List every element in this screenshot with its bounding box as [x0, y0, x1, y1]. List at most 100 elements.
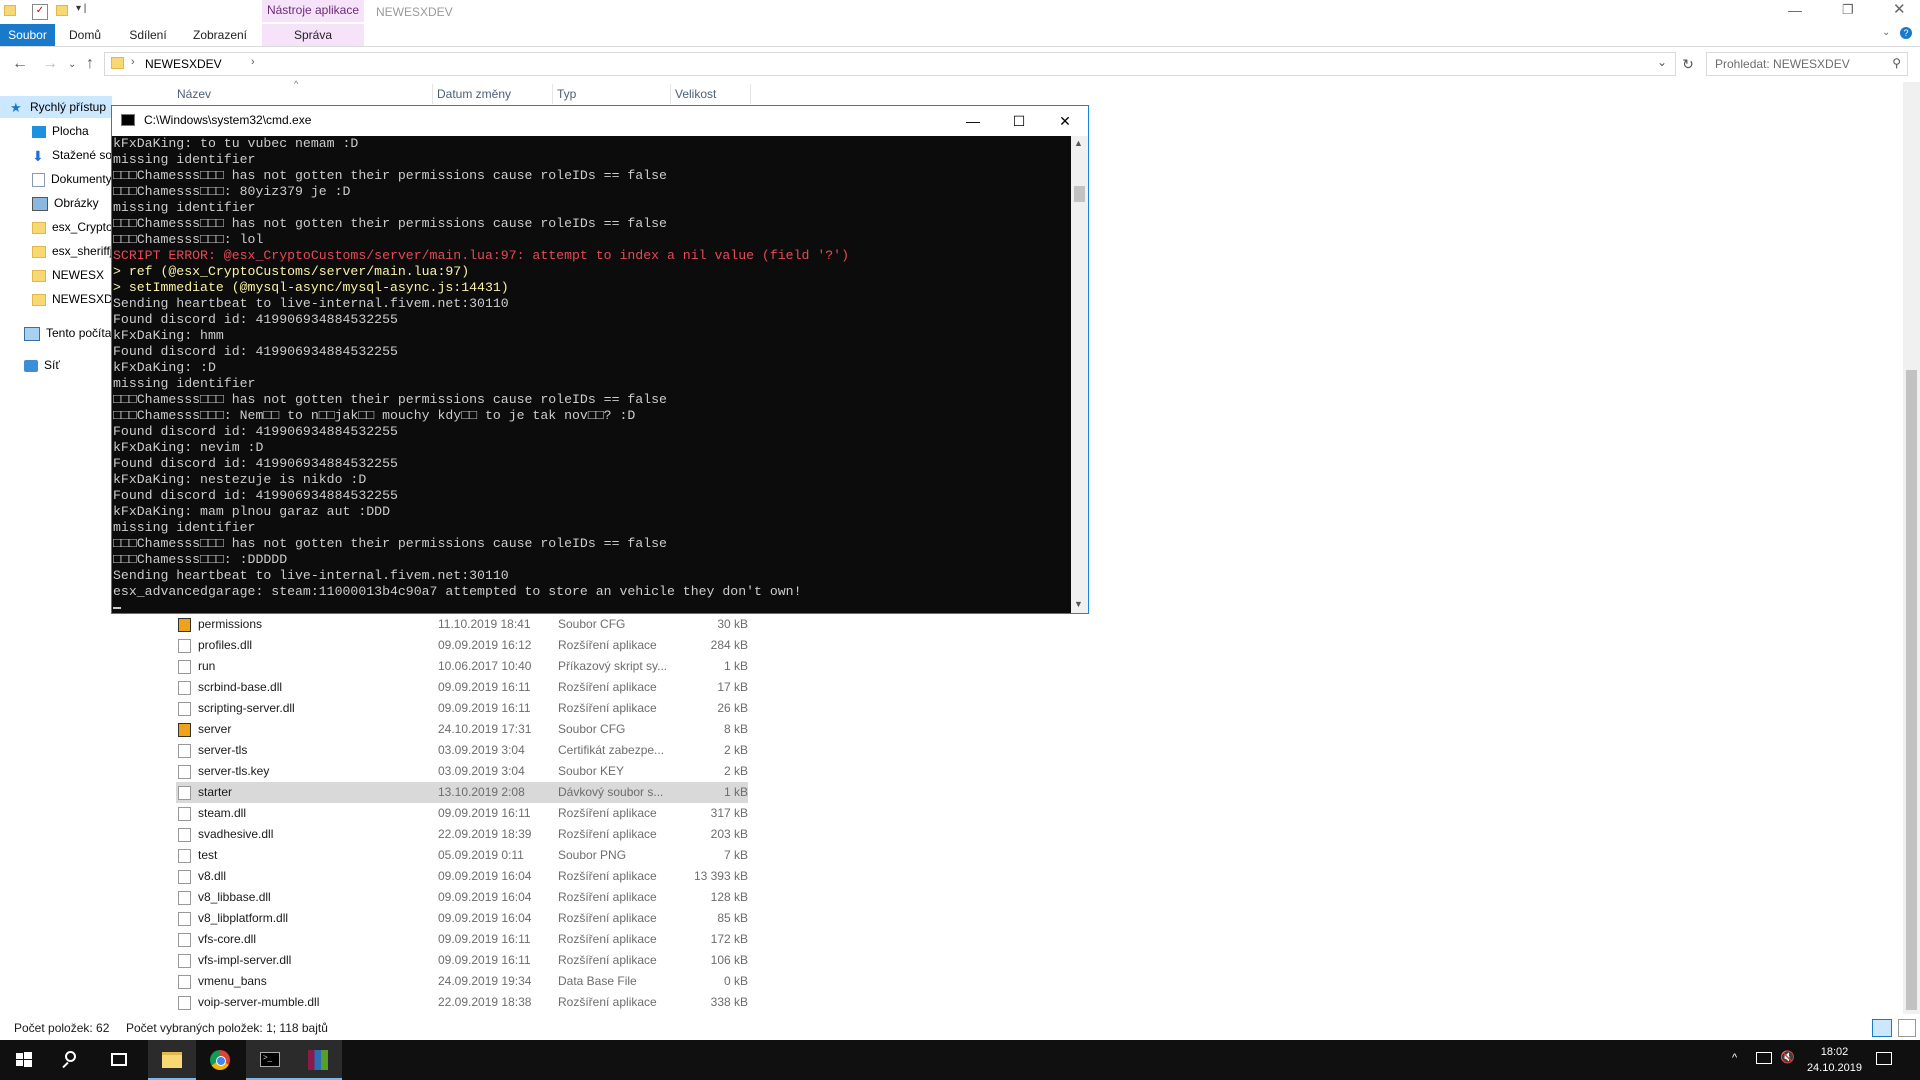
properties-icon[interactable]: ✓	[32, 4, 48, 20]
close-button[interactable]: ✕	[1893, 0, 1906, 18]
breadcrumb[interactable]: NEWESXDEV	[145, 57, 222, 71]
file-row[interactable]: v8_libbase.dll 09.09.2019 16:04 Rozšíření …	[176, 887, 748, 908]
console-line: □□□Chamesss□□□: lol	[113, 232, 264, 247]
back-arrow-icon[interactable]: ←	[12, 55, 28, 73]
file-icon	[178, 996, 191, 1010]
file-name: vfs-core.dll	[198, 932, 257, 946]
notifications-icon[interactable]	[1876, 1052, 1892, 1065]
address-dropdown-icon[interactable]: ⌄	[1657, 55, 1667, 69]
file-row[interactable]: vfs-core.dll 09.09.2019 16:11 Rozšíření ap…	[176, 929, 748, 950]
file-row[interactable]: starter 13.10.2019 2:08 Dávkový soubor s..…	[176, 782, 748, 803]
details-view-icon[interactable]	[1872, 1019, 1892, 1037]
file-row[interactable]: test 05.09.2019 0:11 Soubor PNG 7 kB	[176, 845, 748, 866]
cmd-close-button[interactable]: ✕	[1042, 106, 1088, 136]
file-size: 1 kB	[723, 785, 748, 799]
scroll-up-icon[interactable]: ▲	[1074, 138, 1083, 148]
nav-item-quick-access[interactable]: ★ Rychlý přístup	[10, 96, 106, 118]
tab-home[interactable]: Domů	[62, 24, 108, 46]
cmd-scrollbar[interactable]: ▲ ▼	[1071, 136, 1088, 613]
cmd-window[interactable]: C:\Windows\system32\cmd.exe — ☐ ✕ kFxDaK…	[111, 105, 1089, 614]
file-row[interactable]: svadhesive.dll 22.09.2019 18:39 Rozšíření …	[176, 824, 748, 845]
file-date: 05.09.2019 0:11	[438, 848, 524, 862]
clock[interactable]: 18:02 24.10.2019	[1807, 1044, 1862, 1076]
up-arrow-icon[interactable]: ↑	[86, 55, 94, 73]
recent-locations-icon[interactable]: ⌄	[68, 59, 76, 70]
file-row[interactable]: profiles.dll 09.09.2019 16:12 Rozšíření ap…	[176, 635, 748, 656]
nav-item-network[interactable]: Síť	[24, 354, 60, 376]
tray-chevron-icon[interactable]: ^	[1732, 1052, 1737, 1064]
tab-file[interactable]: Soubor	[0, 24, 55, 46]
address-bar[interactable]: › NEWESXDEV › ⌄	[104, 52, 1676, 76]
file-row[interactable]: permissions 11.10.2019 18:41 Soubor CFG 30 …	[176, 614, 748, 635]
tab-share[interactable]: Sdílení	[120, 24, 176, 46]
large-icons-view-icon[interactable]	[1898, 1019, 1916, 1037]
file-row[interactable]: steam.dll 09.09.2019 16:11 Rozšíření aplik…	[176, 803, 748, 824]
nav-item-desktop[interactable]: Plocha	[32, 120, 89, 142]
search-icon[interactable]	[48, 1040, 96, 1080]
file-explorer-taskbar-icon[interactable]	[148, 1040, 196, 1080]
start-button[interactable]	[0, 1040, 48, 1080]
folder-icon	[32, 221, 46, 234]
nav-item-this-pc[interactable]: Tento počítač	[24, 322, 117, 344]
console-line: esx_advancedgarage: steam:11000013b4c90a…	[113, 584, 802, 599]
file-row[interactable]: run 10.06.2017 10:40 Příkazový skript sy..…	[176, 656, 748, 677]
scroll-down-icon[interactable]: ▼	[1074, 599, 1083, 609]
search-icon[interactable]: ⚲	[1892, 56, 1901, 70]
file-row[interactable]: v8.dll 09.09.2019 16:04 Rozšíření aplikace…	[176, 866, 748, 887]
task-view-icon[interactable]	[96, 1040, 144, 1080]
file-name: profiles.dll	[198, 638, 253, 652]
console-line: kFxDaKing: :D	[113, 360, 216, 375]
cmd-taskbar-icon[interactable]: >_	[246, 1040, 294, 1080]
folder-icon[interactable]	[4, 5, 16, 17]
network-status-icon[interactable]	[1756, 1052, 1772, 1064]
clock-time: 18:02	[1820, 1046, 1849, 1058]
console-output[interactable]: kFxDaKing: to tu vubec nemam :D missing i…	[112, 136, 1071, 613]
file-date: 09.09.2019 16:11	[438, 806, 531, 820]
file-date: 09.09.2019 16:04	[438, 890, 532, 904]
cmd-maximize-button[interactable]: ☐	[996, 106, 1042, 136]
forward-arrow-icon[interactable]: →	[42, 55, 58, 73]
search-input[interactable]: Prohledat: NEWESXDEV ⚲	[1706, 52, 1908, 76]
file-row[interactable]: server-tls 03.09.2019 3:04 Certifikát zabe…	[176, 740, 748, 761]
file-row[interactable]: v8_libplatform.dll 09.09.2019 16:04 Rozšíř…	[176, 908, 748, 929]
file-size: 203 kB	[710, 827, 748, 841]
winrar-icon[interactable]	[294, 1040, 342, 1080]
cmd-minimize-button[interactable]: —	[950, 106, 996, 136]
chrome-icon[interactable]	[196, 1040, 244, 1080]
cmd-title-bar[interactable]: C:\Windows\system32\cmd.exe — ☐ ✕	[112, 106, 1088, 136]
navigation-pane: ★ Rychlý přístup Plocha ⬇ Stažené soubory …	[0, 96, 160, 396]
scrollbar-thumb[interactable]	[1906, 370, 1917, 1010]
file-size: 85 kB	[717, 911, 748, 925]
column-size[interactable]: Velikost	[675, 87, 716, 101]
file-row[interactable]: scrbind-base.dll 09.09.2019 16:11 Rozšířen…	[176, 677, 748, 698]
file-row[interactable]: server 24.10.2019 17:31 Soubor CFG 8 kB	[176, 719, 748, 740]
help-icon[interactable]: ?	[1900, 27, 1912, 39]
file-row[interactable]: voip-server-mumble.dll 22.09.2019 18:38 Ro…	[176, 992, 748, 1013]
new-folder-icon[interactable]	[56, 5, 68, 17]
cmd-scroll-thumb[interactable]	[1074, 186, 1085, 202]
tab-manage[interactable]: Správa	[262, 24, 364, 46]
console-line: kFxDaKing: to tu vubec nemam :D	[113, 136, 359, 151]
column-name[interactable]: Název	[177, 87, 211, 101]
file-row[interactable]: server-tls.key 03.09.2019 3:04 Soubor KEY 2…	[176, 761, 748, 782]
nav-item-documents[interactable]: Dokumenty	[32, 168, 112, 190]
file-row[interactable]: scripting-server.dll 09.09.2019 16:11 Rozš…	[176, 698, 748, 719]
breadcrumb-chevron-icon[interactable]: ›	[251, 56, 255, 68]
expand-ribbon-icon[interactable]: ⌄	[1882, 27, 1890, 38]
file-row[interactable]: vfs-impl-server.dll 09.09.2019 16:11 Rozší…	[176, 950, 748, 971]
column-type[interactable]: Typ	[557, 87, 576, 101]
file-name: vfs-impl-server.dll	[198, 953, 292, 967]
refresh-icon[interactable]: ↻	[1676, 52, 1700, 76]
nav-item-pictures[interactable]: Obrázky	[32, 192, 99, 214]
minimize-button[interactable]: —	[1788, 2, 1802, 18]
file-date: 11.10.2019 18:41	[438, 617, 531, 631]
customize-toolbar-icon[interactable]: ▾ |	[76, 3, 86, 14]
nav-item-newesx[interactable]: NEWESX	[32, 264, 104, 286]
tab-view[interactable]: Zobrazení	[188, 24, 252, 46]
file-row[interactable]: vmenu_bans 24.09.2019 19:34 Data Base File…	[176, 971, 748, 992]
file-type: Rozšíření aplikace	[558, 995, 657, 1009]
column-date[interactable]: Datum změny	[437, 87, 511, 101]
file-size: 8 kB	[723, 722, 748, 736]
volume-muted-icon[interactable]: 🔇	[1780, 1050, 1795, 1064]
restore-button[interactable]: ❐	[1842, 2, 1854, 18]
